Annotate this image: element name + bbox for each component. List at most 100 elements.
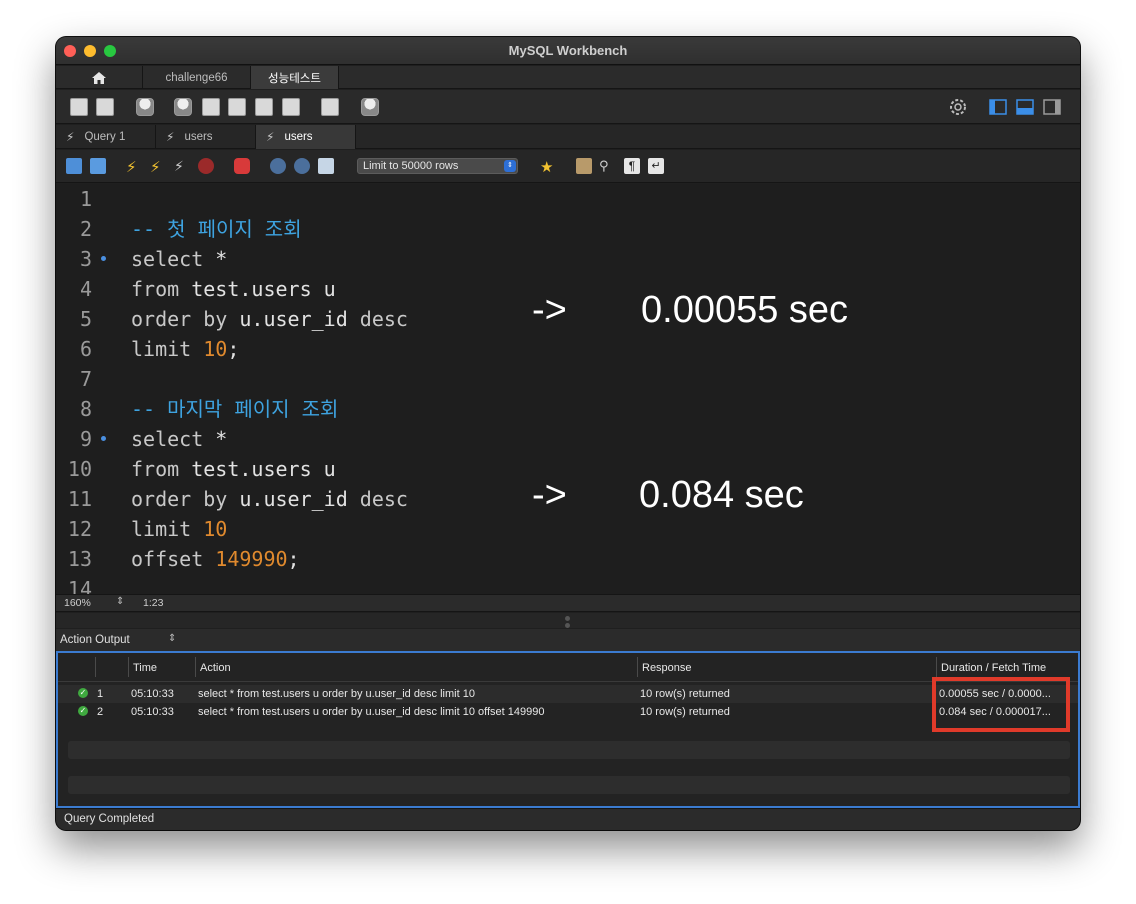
success-check-icon: ✓ bbox=[78, 706, 88, 716]
sql-editor[interactable]: 1 2 -- 첫 페이지 조회 3 select * 4 from test.u… bbox=[56, 184, 1080, 594]
row-time: 05:10:33 bbox=[131, 706, 174, 718]
toggle-secondary-sidebar-icon[interactable] bbox=[1043, 98, 1061, 116]
editor-line: 12 limit 10 bbox=[56, 514, 1080, 544]
sql-keyword: desc bbox=[359, 307, 408, 331]
new-sql-tab-icon[interactable] bbox=[70, 98, 88, 116]
workbench-window: MySQL Workbench challenge66 성능테스트 ⚡ Quer… bbox=[56, 37, 1080, 830]
column-divider bbox=[936, 657, 937, 677]
execute-icon[interactable]: ⚡ bbox=[126, 158, 142, 176]
close-window-button[interactable] bbox=[64, 45, 76, 57]
limit-rows-select[interactable]: Limit to 50000 rows ⇕ bbox=[357, 158, 518, 174]
sql-keyword: from bbox=[131, 277, 180, 301]
lightning-icon: ⚡ bbox=[166, 130, 175, 144]
editor-line: 2 -- 첫 페이지 조회 bbox=[56, 214, 1080, 244]
inspector-icon[interactable] bbox=[136, 98, 154, 116]
editor-line: 8 -- 마지막 페이지 조회 bbox=[56, 394, 1080, 424]
sql-text: test.users u bbox=[179, 277, 336, 301]
sql-code: from test.users u bbox=[131, 454, 336, 484]
output-table-header: Time Action Response Duration / Fetch Ti… bbox=[58, 653, 1078, 682]
output-header: Action Output ⇕ bbox=[56, 629, 1080, 651]
sql-keyword: from bbox=[131, 457, 180, 481]
line-number: 9 bbox=[79, 427, 92, 451]
output-selector[interactable]: Action Output bbox=[60, 634, 130, 646]
row-time: 05:10:33 bbox=[131, 688, 174, 700]
create-procedure-icon[interactable] bbox=[255, 98, 273, 116]
line-number: 6 bbox=[79, 337, 92, 361]
reconnect-icon[interactable] bbox=[361, 98, 379, 116]
row-action: select * from test.users u order by u.us… bbox=[198, 706, 545, 718]
panel-splitter[interactable] bbox=[56, 613, 1080, 628]
editor-status-bar: 160% ⇕ 1:23 bbox=[56, 594, 1080, 612]
sql-code: from test.users u bbox=[131, 274, 336, 304]
save-icon[interactable] bbox=[90, 158, 106, 174]
cursor-position: 1:23 bbox=[143, 597, 164, 609]
tab-connection-active[interactable]: 성능테스트 bbox=[251, 66, 339, 89]
query-tabs: ⚡ Query 1 ⚡ users ⚡ users bbox=[56, 125, 1080, 149]
toggle-output-panel-icon[interactable] bbox=[1016, 98, 1034, 116]
stop-on-error-icon[interactable] bbox=[234, 158, 250, 174]
editor-line: 6 limit 10; bbox=[56, 334, 1080, 364]
open-sql-script-icon[interactable] bbox=[96, 98, 114, 116]
zoom-window-button[interactable] bbox=[104, 45, 116, 57]
tab-home[interactable] bbox=[56, 66, 143, 89]
toggle-sidebar-icon[interactable] bbox=[989, 98, 1007, 116]
zoom-level[interactable]: 160% bbox=[64, 597, 91, 609]
row-response: 10 row(s) returned bbox=[640, 688, 730, 700]
sql-code: limit 10 bbox=[131, 514, 227, 544]
column-header-duration[interactable]: Duration / Fetch Time bbox=[941, 662, 1046, 674]
column-divider bbox=[95, 657, 96, 677]
column-header-response[interactable]: Response bbox=[642, 662, 692, 674]
zoom-stepper-icon[interactable]: ⇕ bbox=[116, 596, 124, 607]
line-number: 2 bbox=[79, 217, 92, 241]
find-icon[interactable]: ⚲ bbox=[599, 158, 615, 174]
sql-code: select * bbox=[131, 424, 227, 454]
column-header-time[interactable]: Time bbox=[133, 662, 157, 674]
add-snippet-icon[interactable]: ★ bbox=[540, 158, 556, 176]
sql-keyword: limit bbox=[131, 337, 192, 361]
beautify-icon[interactable] bbox=[576, 158, 592, 174]
minimize-window-button[interactable] bbox=[84, 45, 96, 57]
search-table-data-icon[interactable] bbox=[321, 98, 339, 116]
editor-line: 7 bbox=[56, 364, 1080, 394]
rollback-icon[interactable] bbox=[294, 158, 310, 174]
sql-keyword: order by bbox=[131, 487, 228, 511]
connection-tabs: challenge66 성능테스트 bbox=[56, 66, 1080, 89]
sql-code: order by u.user_id desc bbox=[131, 304, 408, 334]
tab-label: users bbox=[284, 131, 313, 143]
success-check-icon: ✓ bbox=[78, 688, 88, 698]
commit-icon[interactable] bbox=[270, 158, 286, 174]
line-number: 11 bbox=[67, 487, 92, 511]
table-row[interactable]: ✓ 2 05:10:33 select * from test.users u … bbox=[58, 703, 1078, 721]
create-function-icon[interactable] bbox=[282, 98, 300, 116]
word-wrap-icon[interactable]: ↵ bbox=[648, 158, 664, 174]
table-row[interactable]: ✓ 1 05:10:33 select * from test.users u … bbox=[58, 685, 1078, 703]
explain-icon[interactable]: ⚡ bbox=[174, 158, 190, 174]
home-icon bbox=[92, 71, 106, 84]
line-number: 12 bbox=[67, 517, 92, 541]
row-index: 1 bbox=[97, 688, 104, 700]
column-header-action[interactable]: Action bbox=[200, 662, 231, 674]
create-table-icon[interactable] bbox=[202, 98, 220, 116]
main-toolbar bbox=[56, 90, 1080, 124]
tab-users[interactable]: ⚡ users bbox=[156, 125, 256, 149]
lightning-icon: ⚡ bbox=[66, 130, 75, 144]
sql-number: 149990 bbox=[215, 547, 288, 571]
tab-connection[interactable]: challenge66 bbox=[143, 66, 251, 89]
invisible-chars-icon[interactable]: ¶ bbox=[624, 158, 640, 174]
sql-text: * bbox=[203, 427, 228, 451]
sql-keyword: select bbox=[131, 427, 204, 451]
settings-gear-icon[interactable] bbox=[949, 98, 967, 116]
open-file-icon[interactable] bbox=[66, 158, 82, 174]
chevron-updown-icon[interactable]: ⇕ bbox=[168, 633, 176, 644]
statement-marker-icon bbox=[101, 436, 106, 441]
stop-icon[interactable] bbox=[198, 158, 214, 174]
autocommit-icon[interactable] bbox=[318, 158, 334, 174]
create-schema-icon[interactable] bbox=[174, 98, 192, 116]
sql-text: * bbox=[203, 247, 228, 271]
tab-users-active[interactable]: ⚡ users bbox=[256, 125, 356, 149]
line-number: 5 bbox=[79, 307, 92, 331]
tab-query-1[interactable]: ⚡ Query 1 bbox=[56, 125, 156, 149]
create-view-icon[interactable] bbox=[228, 98, 246, 116]
execute-current-icon[interactable]: ⚡ bbox=[150, 158, 166, 176]
